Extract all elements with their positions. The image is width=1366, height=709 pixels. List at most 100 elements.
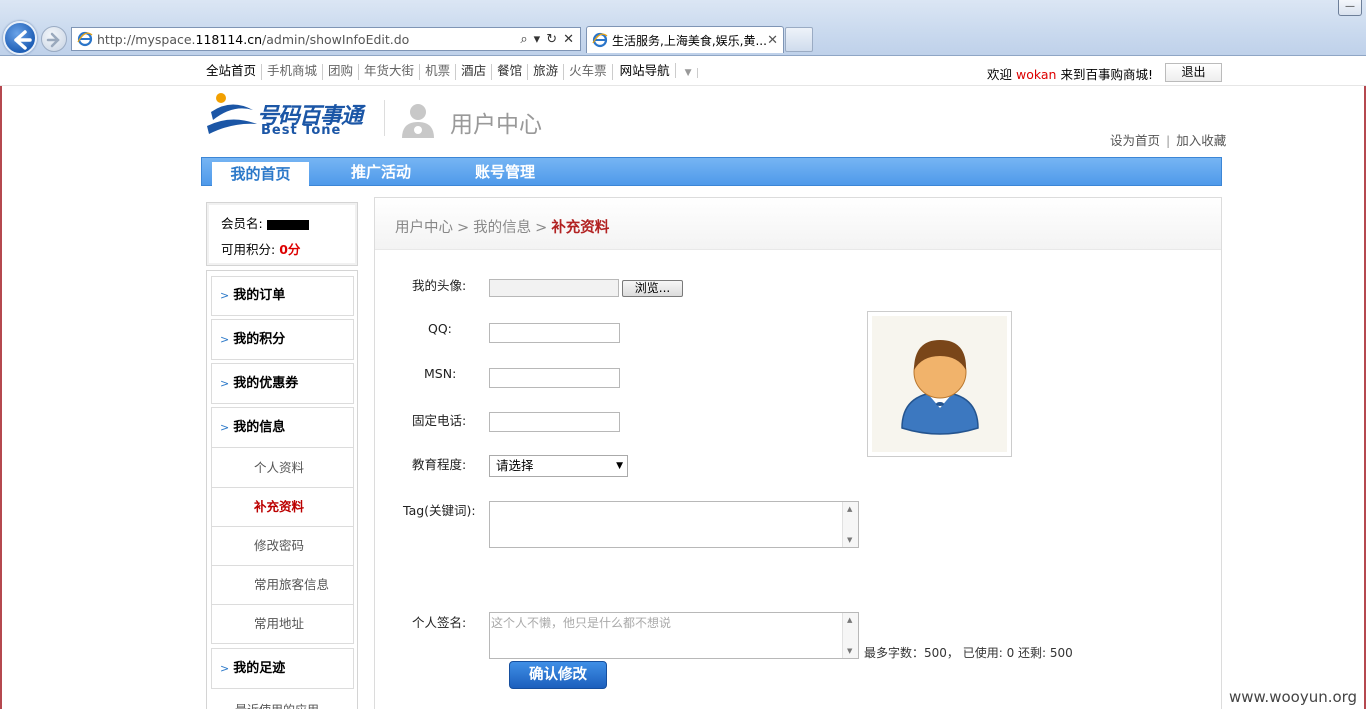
breadcrumb-home[interactable]: 用户中心 xyxy=(395,220,453,236)
avatar-label: 我的头像: xyxy=(412,278,467,293)
arrow-icon: > xyxy=(220,289,230,302)
logo-swoosh-icon xyxy=(207,93,257,134)
back-arrow-icon xyxy=(14,30,32,50)
sidebar-item-my-info[interactable]: > 我的信息 xyxy=(211,407,354,448)
header-links: 设为首页 | 加入收藏 xyxy=(1110,133,1227,148)
browser-tab[interactable]: 生活服务,上海美食,娱乐,黄... ✕ xyxy=(586,26,784,53)
topnav-item-sitenav[interactable]: 网站导航 ▼ xyxy=(613,63,703,80)
stop-icon[interactable]: ✕ xyxy=(563,32,574,47)
confirm-button[interactable]: 确认修改 xyxy=(509,661,607,689)
topnav-item-travel[interactable]: 旅游 xyxy=(528,64,565,80)
arrow-icon: > xyxy=(220,333,230,346)
education-select[interactable]: 请选择 ▼ xyxy=(489,455,628,477)
sidebar-item-footprint[interactable]: > 我的足迹 xyxy=(211,648,354,689)
topnav-item-hotel[interactable]: 酒店 xyxy=(456,64,493,80)
breadcrumb-my-info[interactable]: 我的信息 xyxy=(473,220,531,236)
dropdown-icon[interactable]: ▾ xyxy=(534,32,541,47)
education-label: 教育程度: xyxy=(412,457,467,472)
arrow-icon: > xyxy=(220,421,230,434)
topnav-item-mobile[interactable]: 手机商城 xyxy=(262,64,324,80)
member-name-row: 会员名: xyxy=(221,213,309,232)
sidebar-item-orders[interactable]: > 我的订单 xyxy=(211,276,354,316)
default-avatar-icon xyxy=(901,340,979,435)
sidebar-item-points[interactable]: > 我的积分 xyxy=(211,319,354,360)
sidebar-item-coupons[interactable]: > 我的优惠券 xyxy=(211,363,354,404)
add-favorite-link[interactable]: 加入收藏 xyxy=(1176,133,1226,148)
refresh-icon[interactable]: ↻ xyxy=(546,32,557,47)
phone-label: 固定电话: xyxy=(412,413,467,428)
panel-header: 用户中心 > 我的信息 > 补充资料 xyxy=(375,198,1221,250)
breadcrumb-current: 补充资料 xyxy=(551,220,610,236)
back-button[interactable] xyxy=(3,21,37,55)
forward-button[interactable] xyxy=(41,26,67,52)
textarea-scrollbar[interactable]: ▲ ▼ xyxy=(842,613,858,658)
window-border-left xyxy=(0,56,2,709)
username[interactable]: wokan xyxy=(1016,67,1056,82)
sidebar-subitem-profile[interactable]: 个人资料 xyxy=(211,447,354,488)
watermark: www.wooyun.org xyxy=(1229,688,1358,706)
breadcrumb: 用户中心 > 我的信息 > 补充资料 xyxy=(395,220,610,236)
minimize-button[interactable]: — xyxy=(1338,0,1362,16)
search-icon[interactable]: ⌕ xyxy=(520,32,527,47)
scroll-down-icon[interactable]: ▼ xyxy=(847,536,852,544)
tab-my-home[interactable]: 我的首页 xyxy=(212,162,309,186)
topnav-item-newyear[interactable]: 年货大街 xyxy=(359,64,421,80)
sidebar-subitem-addresses[interactable]: 常用地址 xyxy=(211,604,354,644)
msn-input[interactable] xyxy=(489,368,620,388)
main-nav: 我的首页 推广活动 账号管理 xyxy=(201,157,1222,186)
sidebar-menu: > 我的订单 > 我的积分 > 我的优惠券 > 我的信息 个人资料 补充资料 修改密码 … xyxy=(206,270,358,709)
char-counter: 最多字数：500， 已使用: 0 还剩: 500 xyxy=(864,646,1073,660)
logout-button[interactable]: 退出 xyxy=(1165,63,1222,82)
ie-icon xyxy=(77,31,93,47)
user-center-icon xyxy=(402,104,434,138)
tag-textarea[interactable]: ▲ ▼ xyxy=(489,501,859,548)
tab-title: 生活服务,上海美食,娱乐,黄... xyxy=(612,33,767,48)
welcome-text: 欢迎 wokan 来到百事购商城! xyxy=(987,67,1153,82)
tab-close-icon[interactable]: ✕ xyxy=(767,33,778,48)
site-topbar: 全站首页 手机商城 团购 年货大街 机票 酒店 餐馆 旅游 火车票 网站导航 ▼ … xyxy=(0,56,1366,86)
scroll-down-icon[interactable]: ▼ xyxy=(847,647,852,655)
arrow-icon: > xyxy=(220,662,230,675)
site-logo[interactable]: 号码百事通 Best Tone xyxy=(205,88,365,138)
textarea-scrollbar[interactable]: ▲ ▼ xyxy=(842,502,858,547)
set-home-link[interactable]: 设为首页 xyxy=(1110,133,1160,148)
tab-promotions[interactable]: 推广活动 xyxy=(336,158,426,186)
logo-text-en: Best Tone xyxy=(261,123,342,138)
sidebar-cutoff-item[interactable]: 最近使用的应用 xyxy=(235,701,319,709)
chevron-down-icon: ▼ xyxy=(679,68,698,78)
topnav-item-train[interactable]: 火车票 xyxy=(564,64,613,80)
scroll-up-icon[interactable]: ▲ xyxy=(847,505,852,513)
msn-label: MSN: xyxy=(424,366,457,381)
browser-chrome: — http://myspace.118114.cn/admin/showInf… xyxy=(0,0,1366,56)
topnav-item-flights[interactable]: 机票 xyxy=(420,64,457,80)
qq-label: QQ: xyxy=(428,321,452,336)
topnav-item-restaurant[interactable]: 餐馆 xyxy=(492,64,529,80)
signature-textarea[interactable]: 这个人不懒，他只是什么都不想说 ▲ ▼ xyxy=(489,612,859,659)
points-value: 0分 xyxy=(279,242,301,257)
avatar-image xyxy=(867,311,1012,457)
avatar-file-field[interactable] xyxy=(489,279,619,297)
qq-input[interactable] xyxy=(489,323,620,343)
redacted-username xyxy=(266,219,309,230)
scroll-up-icon[interactable]: ▲ xyxy=(847,616,852,624)
tab-account[interactable]: 账号管理 xyxy=(460,158,550,186)
points-row: 可用积分: 0分 xyxy=(221,242,301,257)
chevron-down-icon: ▼ xyxy=(616,461,623,471)
arrow-icon: > xyxy=(220,377,230,390)
tag-label: Tag(关键词): xyxy=(403,503,476,518)
address-bar[interactable]: http://myspace.118114.cn/admin/showInfoE… xyxy=(71,27,581,51)
topnav-item-groupbuy[interactable]: 团购 xyxy=(323,64,360,80)
signature-label: 个人签名: xyxy=(412,615,467,630)
new-tab-button[interactable] xyxy=(785,27,813,52)
site-topnav: 全站首页 手机商城 团购 年货大街 机票 酒店 餐馆 旅游 火车票 网站导航 ▼ xyxy=(204,63,703,80)
sidebar-subitem-travelers[interactable]: 常用旅客信息 xyxy=(211,565,354,605)
sidebar-subitem-supplement[interactable]: 补充资料 xyxy=(211,487,354,527)
phone-input[interactable] xyxy=(489,412,620,432)
browse-button[interactable]: 浏览... xyxy=(622,280,683,297)
page-title: 用户中心 xyxy=(450,112,542,138)
topnav-item-home[interactable]: 全站首页 xyxy=(204,64,263,80)
member-info-box: 会员名: 可用积分: 0分 xyxy=(206,202,358,266)
ie-icon xyxy=(592,32,608,48)
url-text[interactable]: http://myspace.118114.cn/admin/showInfoE… xyxy=(97,32,520,47)
sidebar-subitem-password[interactable]: 修改密码 xyxy=(211,526,354,566)
